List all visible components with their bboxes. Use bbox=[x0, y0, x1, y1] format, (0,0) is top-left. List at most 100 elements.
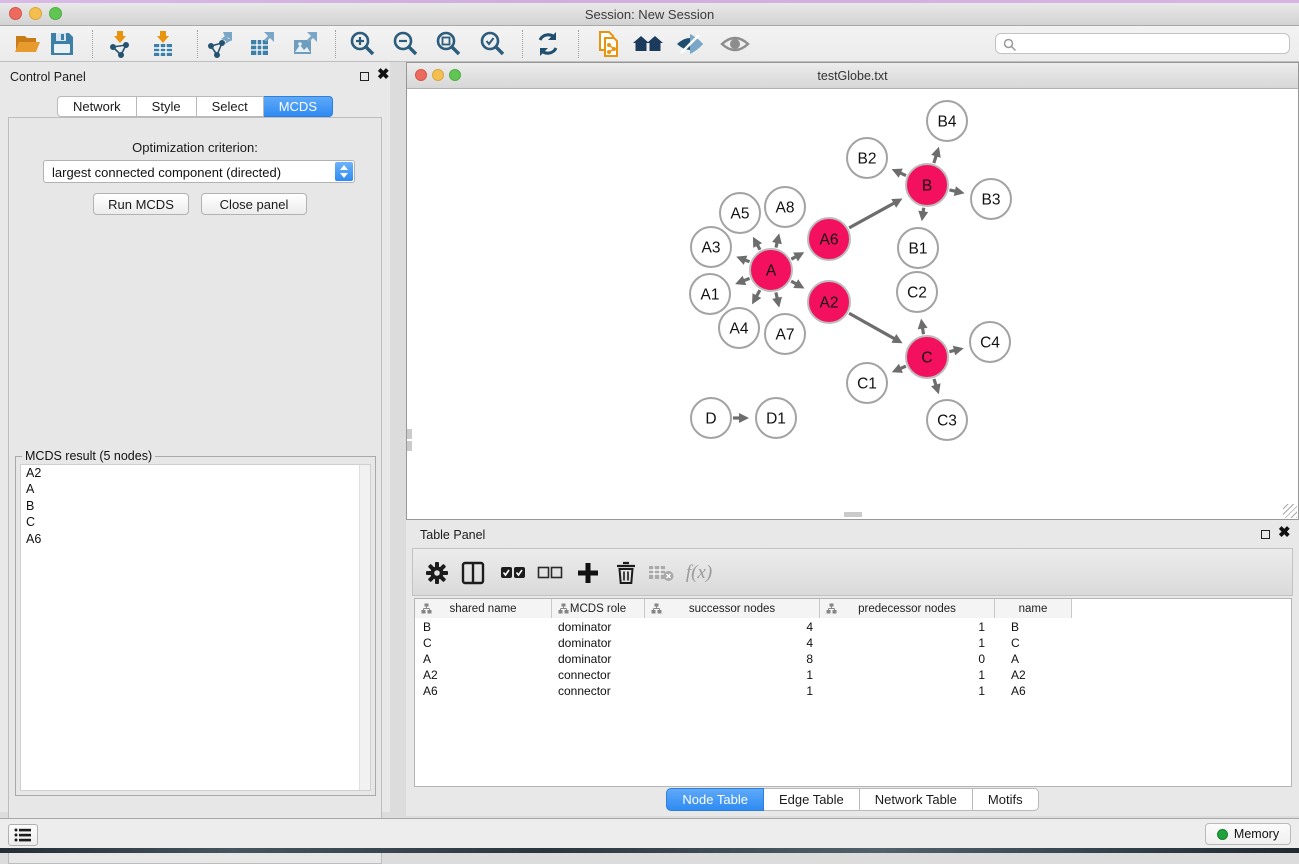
mcds-result-list[interactable]: A2ABCA6 bbox=[20, 464, 371, 791]
zoom-out-button[interactable] bbox=[387, 28, 423, 60]
graph-edge-A2-C[interactable] bbox=[849, 313, 895, 339]
window-resize-grip[interactable] bbox=[1283, 504, 1297, 518]
zoom-in-button[interactable] bbox=[344, 28, 380, 60]
open-file-button[interactable] bbox=[10, 28, 46, 60]
column-header-successor-nodes[interactable]: successor nodes bbox=[645, 599, 820, 618]
table-row[interactable]: Bdominator41B bbox=[415, 619, 1291, 635]
main-titlebar[interactable]: Session: New Session bbox=[0, 3, 1299, 26]
export-network-button[interactable] bbox=[202, 28, 238, 60]
table-cell: 4 bbox=[645, 619, 820, 635]
table-tab-network-table[interactable]: Network Table bbox=[860, 788, 973, 811]
zoom-selected-button[interactable] bbox=[474, 28, 510, 60]
export-image-button[interactable] bbox=[287, 28, 323, 60]
network-scroll-mark[interactable] bbox=[407, 429, 412, 439]
graph-edge-A-A4[interactable] bbox=[756, 290, 759, 296]
add-column-button[interactable] bbox=[572, 556, 604, 590]
table-cell: A bbox=[415, 651, 552, 667]
network-window-titlebar[interactable]: testGlobe.txt bbox=[407, 63, 1298, 89]
save-session-button[interactable] bbox=[44, 28, 80, 60]
table-row[interactable]: Cdominator41C bbox=[415, 635, 1291, 651]
control-tab-mcds[interactable]: MCDS bbox=[264, 96, 333, 117]
export-table-button[interactable] bbox=[244, 28, 280, 60]
toolbar-separator bbox=[578, 30, 579, 58]
search-input[interactable] bbox=[1020, 35, 1280, 52]
select-all-button[interactable] bbox=[497, 556, 529, 590]
criterion-dropdown[interactable]: largest connected component (directed) bbox=[43, 160, 355, 183]
import-table-button[interactable] bbox=[145, 28, 181, 60]
delete-columns-button[interactable] bbox=[610, 556, 642, 590]
graph-edge-B-B4[interactable] bbox=[934, 155, 936, 163]
graph-edge-C-C2[interactable] bbox=[922, 328, 923, 335]
import-network-button[interactable] bbox=[102, 28, 138, 60]
float-panel-icon[interactable] bbox=[1261, 530, 1270, 539]
zoom-fit-button[interactable] bbox=[430, 28, 466, 60]
graph-edge-B-B2[interactable] bbox=[900, 173, 906, 176]
table-tab-motifs[interactable]: Motifs bbox=[973, 788, 1039, 811]
close-panel-icon[interactable]: ✖ bbox=[1278, 524, 1291, 542]
close-panel-button[interactable]: Close panel bbox=[201, 193, 307, 215]
control-tab-select[interactable]: Select bbox=[197, 96, 264, 117]
show-panels-button[interactable] bbox=[8, 824, 38, 846]
table-row[interactable]: Adominator80A bbox=[415, 651, 1291, 667]
network-graph-canvas[interactable]: B4B2BB3A8A5A6B1A3AC2A1A2A4A7C4CC1C3DD1 bbox=[407, 90, 1298, 520]
export-network-icon bbox=[206, 30, 234, 58]
column-header-shared-name[interactable]: shared name bbox=[415, 599, 552, 618]
memory-button[interactable]: Memory bbox=[1205, 823, 1291, 845]
graph-node-label: B2 bbox=[858, 151, 877, 168]
hide-selected-button[interactable] bbox=[672, 28, 708, 60]
zoom-fit-icon bbox=[434, 30, 462, 58]
home-view-button[interactable] bbox=[630, 28, 666, 60]
mcds-result-item[interactable]: A6 bbox=[21, 531, 370, 548]
network-scroll-mark[interactable] bbox=[844, 512, 862, 517]
search-field[interactable] bbox=[995, 33, 1290, 54]
graph-edge-C-C3[interactable] bbox=[934, 379, 936, 386]
clone-network-button[interactable] bbox=[590, 28, 626, 60]
column-header-name[interactable]: name bbox=[995, 599, 1072, 618]
graph-node-label: B3 bbox=[982, 192, 1001, 209]
edge-arrowhead-icon bbox=[954, 186, 965, 196]
table-cell: 1 bbox=[820, 635, 995, 651]
table-tab-edge-table[interactable]: Edge Table bbox=[764, 788, 860, 811]
table-cell: 1 bbox=[645, 683, 820, 699]
mcds-result-item[interactable]: C bbox=[21, 515, 370, 532]
table-cell: connector bbox=[552, 667, 645, 683]
control-panel-tabs: NetworkStyleSelectMCDS bbox=[0, 96, 390, 117]
graph-node-label: D1 bbox=[766, 411, 786, 428]
run-mcds-button[interactable]: Run MCDS bbox=[93, 193, 189, 215]
destroy-table-button[interactable] bbox=[645, 556, 677, 590]
graph-edge-A6-B[interactable] bbox=[849, 203, 894, 228]
table-tab-node-table[interactable]: Node Table bbox=[666, 788, 764, 811]
table-body: Bdominator41BCdominator41CAdominator80AA… bbox=[415, 619, 1291, 786]
table-settings-button[interactable] bbox=[421, 556, 453, 590]
network-scroll-mark[interactable] bbox=[407, 441, 412, 451]
application-window: Session: New Session bbox=[0, 0, 1299, 853]
float-panel-icon[interactable] bbox=[360, 72, 369, 81]
toolbar-separator bbox=[335, 30, 336, 58]
graph-node-label: A8 bbox=[776, 200, 795, 217]
table-row[interactable]: A6connector11A6 bbox=[415, 683, 1291, 699]
show-all-button[interactable] bbox=[717, 28, 753, 60]
result-list-scrollbar[interactable] bbox=[359, 465, 370, 790]
column-header-MCDS-role[interactable]: MCDS role bbox=[552, 599, 645, 618]
refresh-icon bbox=[534, 30, 562, 58]
control-panel-title: Control Panel bbox=[10, 70, 86, 84]
unchecked-boxes-icon bbox=[537, 565, 563, 581]
column-header-predecessor-nodes[interactable]: predecessor nodes bbox=[820, 599, 995, 618]
refresh-view-button[interactable] bbox=[530, 28, 566, 60]
clone-network-icon bbox=[594, 30, 622, 58]
close-panel-icon[interactable]: ✖ bbox=[377, 66, 390, 84]
mcds-result-item[interactable]: B bbox=[21, 498, 370, 515]
table-cell: A2 bbox=[995, 667, 1072, 683]
deselect-all-button[interactable] bbox=[534, 556, 566, 590]
save-floppy-icon bbox=[49, 31, 75, 57]
control-tab-network[interactable]: Network bbox=[57, 96, 137, 117]
mcds-result-item[interactable]: A2 bbox=[21, 465, 370, 482]
control-tab-style[interactable]: Style bbox=[137, 96, 197, 117]
table-cell: 4 bbox=[645, 635, 820, 651]
show-columns-button[interactable] bbox=[457, 556, 489, 590]
mcds-result-item[interactable]: A bbox=[21, 482, 370, 499]
zoom-selected-icon bbox=[478, 30, 506, 58]
graph-node-label: B4 bbox=[938, 114, 957, 131]
table-row[interactable]: A2connector11A2 bbox=[415, 667, 1291, 683]
function-builder-button[interactable]: f(x) bbox=[683, 556, 715, 590]
